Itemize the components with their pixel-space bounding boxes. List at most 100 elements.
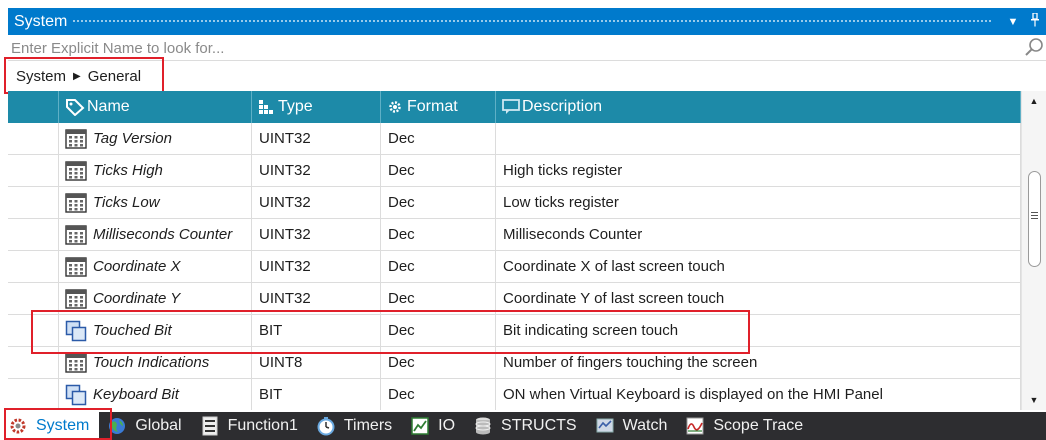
tab-structs[interactable]: STRUCTS [465, 412, 587, 440]
cell-name[interactable]: Keyboard Bit [59, 379, 252, 410]
table-row[interactable]: Coordinate Y UINT32 Dec Coordinate Y of las… [8, 283, 1021, 315]
cell-description[interactable]: Coordinate Y of last screen touch [496, 283, 1021, 314]
search-icon[interactable] [1022, 36, 1046, 60]
cell-format[interactable]: Dec [381, 379, 496, 410]
table-row[interactable]: Coordinate X UINT32 Dec Coordinate X of las… [8, 251, 1021, 283]
cell-name-text: Touched Bit [93, 322, 172, 339]
tag-icon [66, 99, 85, 116]
row-gutter [8, 347, 59, 378]
cell-type[interactable]: UINT32 [252, 155, 381, 186]
cell-type[interactable]: UINT32 [252, 219, 381, 250]
column-header-format-label: Format [407, 98, 458, 115]
cell-name[interactable]: Ticks Low [59, 187, 252, 218]
breadcrumb: System ▶ General [8, 62, 1046, 90]
row-gutter [8, 187, 59, 218]
cell-format[interactable]: Dec [381, 283, 496, 314]
cell-name-text: Coordinate X [93, 258, 181, 275]
tab-system[interactable]: System [0, 412, 100, 440]
table-row[interactable]: Milliseconds Counter UINT32 Dec Millisecond… [8, 219, 1021, 251]
cell-name[interactable]: Coordinate X [59, 251, 252, 282]
cell-description[interactable]: ON when Virtual Keyboard is displayed on… [496, 379, 1021, 410]
table-row[interactable]: Keyboard Bit BIT Dec ON when Virtual Keyboa… [8, 379, 1021, 410]
register-icon [65, 128, 87, 150]
type-icon [259, 100, 273, 114]
cell-type[interactable]: BIT [252, 315, 381, 346]
scroll-up-arrow-icon[interactable]: ▲ [1022, 93, 1046, 109]
panel-grip[interactable] [72, 19, 992, 24]
cell-name-text: Keyboard Bit [93, 386, 179, 403]
cell-description[interactable]: High ticks register [496, 155, 1021, 186]
cell-description[interactable]: Coordinate X of last screen touch [496, 251, 1021, 282]
cell-description[interactable] [496, 123, 1021, 154]
breadcrumb-current[interactable]: General [88, 68, 141, 85]
column-header-format[interactable]: Format [381, 91, 496, 123]
gear-icon [8, 416, 28, 436]
register-icon [65, 256, 87, 278]
cell-description[interactable]: Bit indicating screen touch [496, 315, 1021, 346]
tab-timers[interactable]: Timers [308, 412, 402, 440]
table-header: Name Type Format Description [8, 91, 1021, 123]
tab-watch[interactable]: Watch [587, 412, 678, 440]
tab-function1[interactable]: Function1 [192, 412, 308, 440]
table-row[interactable]: Tag Version UINT32 Dec [8, 123, 1021, 155]
column-header-name[interactable]: Name [59, 91, 252, 123]
format-gear-icon [389, 101, 401, 113]
register-icon [65, 192, 87, 214]
cell-description[interactable]: Number of fingers touching the screen [496, 347, 1021, 378]
cell-format[interactable]: Dec [381, 187, 496, 218]
vertical-scrollbar[interactable]: ▲ ▼ [1021, 91, 1046, 410]
cell-format[interactable]: Dec [381, 155, 496, 186]
tab-label: Watch [622, 417, 668, 434]
table-row[interactable]: Touched Bit BIT Dec Bit indicating screen t… [8, 315, 1021, 347]
row-gutter [8, 315, 59, 346]
cell-format[interactable]: Dec [381, 219, 496, 250]
timer-icon [316, 416, 336, 436]
table-row[interactable]: Ticks High UINT32 Dec High ticks register [8, 155, 1021, 187]
cell-name[interactable]: Touch Indications [59, 347, 252, 378]
bit-icon [65, 320, 87, 342]
column-header-description[interactable]: Description [496, 91, 1021, 123]
pin-icon[interactable] [1024, 12, 1046, 30]
tab-scope-trace[interactable]: Scope Trace [677, 412, 813, 440]
cell-type[interactable]: UINT32 [252, 123, 381, 154]
cell-name[interactable]: Coordinate Y [59, 283, 252, 314]
column-header-type[interactable]: Type [252, 91, 381, 123]
tab-label: System [36, 417, 90, 434]
cell-type[interactable]: UINT32 [252, 187, 381, 218]
search-input[interactable] [8, 37, 1022, 59]
row-gutter [8, 123, 59, 154]
cell-description[interactable]: Low ticks register [496, 187, 1021, 218]
cell-format[interactable]: Dec [381, 315, 496, 346]
scrollbar-thumb[interactable] [1028, 171, 1041, 267]
cell-name-text: Tag Version [93, 130, 172, 147]
cell-name[interactable]: Milliseconds Counter [59, 219, 252, 250]
register-icon [65, 224, 87, 246]
cell-name-text: Ticks High [93, 162, 163, 179]
tab-label: STRUCTS [501, 417, 577, 434]
cell-type[interactable]: UINT32 [252, 251, 381, 282]
tab-io[interactable]: IO [402, 412, 465, 440]
dropdown-arrow-icon[interactable]: ▼ [1002, 16, 1024, 28]
bottom-tab-bar: System Global Function1 Timers IO STRUCTS Watc… [0, 412, 1046, 440]
cell-name[interactable]: Ticks High [59, 155, 252, 186]
cell-name-text: Ticks Low [93, 194, 160, 211]
tab-global[interactable]: Global [99, 412, 191, 440]
cell-type[interactable]: UINT32 [252, 283, 381, 314]
cell-format[interactable]: Dec [381, 251, 496, 282]
cell-type[interactable]: BIT [252, 379, 381, 410]
tab-label: IO [438, 417, 456, 434]
cell-name[interactable]: Tag Version [59, 123, 252, 154]
table-row[interactable]: Touch Indications UINT8 Dec Number of finge… [8, 347, 1021, 379]
column-header-name-label: Name [87, 98, 130, 115]
scroll-down-arrow-icon[interactable]: ▼ [1022, 392, 1046, 408]
tab-label: Function1 [227, 417, 298, 434]
cell-type[interactable]: UINT8 [252, 347, 381, 378]
cell-name[interactable]: Touched Bit [59, 315, 252, 346]
search-bar [8, 36, 1046, 61]
table-row[interactable]: Ticks Low UINT32 Dec Low ticks register [8, 187, 1021, 219]
breadcrumb-root[interactable]: System [16, 68, 66, 85]
cell-description[interactable]: Milliseconds Counter [496, 219, 1021, 250]
io-icon [410, 416, 430, 436]
cell-format[interactable]: Dec [381, 123, 496, 154]
cell-format[interactable]: Dec [381, 347, 496, 378]
